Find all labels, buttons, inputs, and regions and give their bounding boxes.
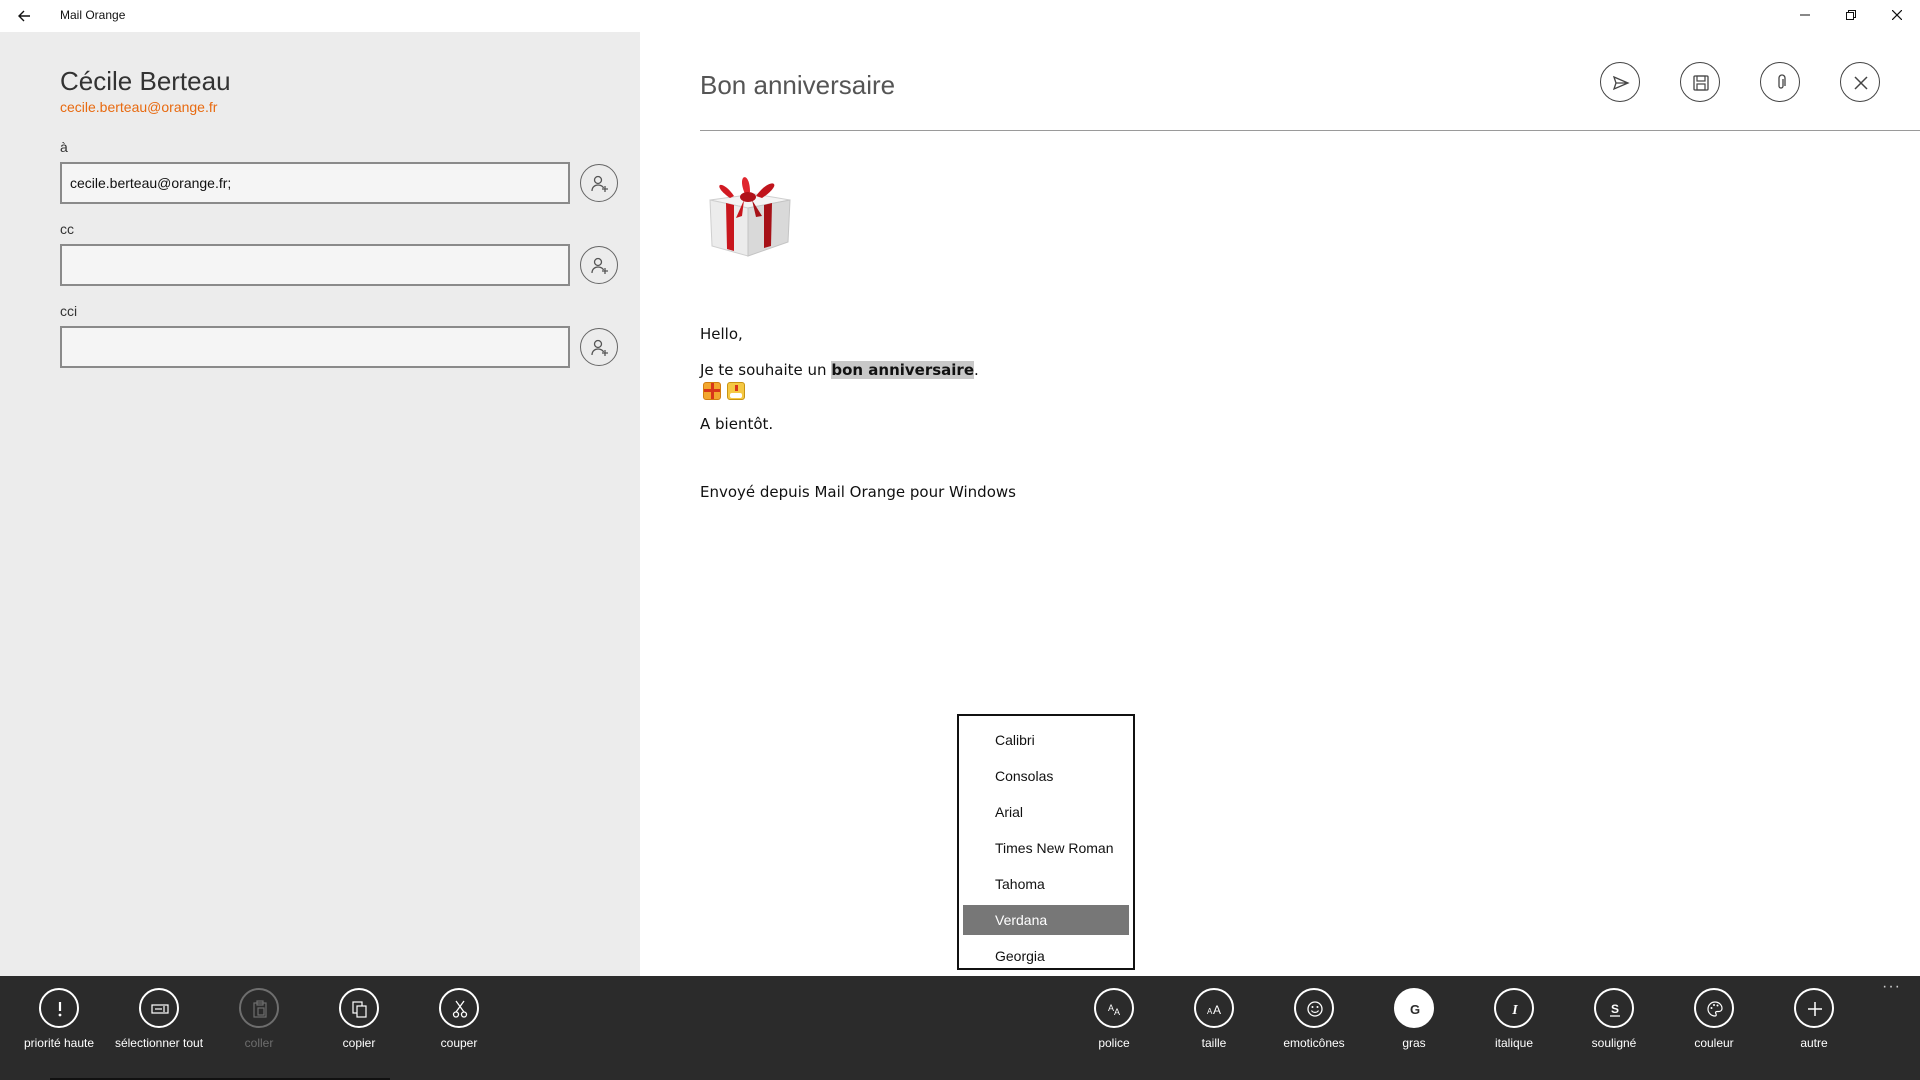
color-label: couleur <box>1694 1036 1734 1050</box>
font-option-consolas[interactable]: Consolas <box>963 758 1129 794</box>
copy-icon <box>352 1001 367 1018</box>
font-label: police <box>1098 1036 1130 1050</box>
font-button[interactable]: AA police <box>1066 988 1162 1051</box>
paste-label: coller <box>244 1036 274 1050</box>
to-label: à <box>60 139 68 155</box>
emoticons-label: emoticônes <box>1283 1036 1345 1050</box>
svg-text:G: G <box>1410 1002 1420 1017</box>
font-option-arial[interactable]: Arial <box>963 794 1129 830</box>
svg-text:A: A <box>1213 1003 1221 1017</box>
high-priority-label: priorité haute <box>23 1036 95 1050</box>
gift-image <box>709 177 791 257</box>
to-field[interactable]: cecile.berteau@orange.fr; <box>60 162 570 204</box>
paste-icon <box>253 1000 267 1018</box>
font-option-times-new-roman[interactable]: Times New Roman <box>963 830 1129 866</box>
minimize-button[interactable] <box>1782 0 1828 32</box>
svg-text:A: A <box>1114 1007 1120 1017</box>
app-title: Mail Orange <box>60 8 126 22</box>
attach-button[interactable] <box>1760 62 1800 102</box>
bcc-label: cci <box>60 303 78 319</box>
subject-field[interactable]: Bon anniversaire <box>700 70 895 101</box>
underline-icon: S <box>1610 1002 1620 1017</box>
select-all-label: sélectionner tout <box>114 1036 204 1050</box>
bold-label: gras <box>1402 1036 1426 1050</box>
wish-prefix: Je te souhaite un <box>700 361 832 379</box>
add-cc-contact-button[interactable] <box>580 246 618 284</box>
palette-icon <box>1707 1001 1723 1017</box>
add-contact-icon <box>591 257 608 274</box>
cc-field[interactable] <box>60 244 570 286</box>
copy-button[interactable]: copier <box>311 988 407 1051</box>
subject-divider <box>700 130 1920 131</box>
app-bar-ellipsis-icon[interactable]: ··· <box>1882 978 1901 996</box>
app-bar: priorité haute sélectionner tout coller … <box>0 976 1920 1080</box>
gift-emoticon-icon <box>703 381 721 400</box>
more-options-button[interactable]: autre <box>1766 988 1862 1051</box>
emoticon-line <box>703 381 751 400</box>
sender-name: Cécile Berteau <box>60 66 231 96</box>
more-label: autre <box>1800 1036 1828 1050</box>
mail-compose-window: Mail Orange Cécile Berteau cecile.bertea… <box>0 0 1920 1080</box>
select-all-icon <box>151 1004 169 1014</box>
cc-label: cc <box>60 221 74 237</box>
close-icon <box>1854 76 1868 90</box>
font-icon: AA <box>1108 1003 1120 1017</box>
close-window-button[interactable] <box>1874 0 1920 32</box>
high-priority-button[interactable]: priorité haute <box>11 988 107 1051</box>
font-size-label: taille <box>1201 1036 1227 1050</box>
italic-icon: I <box>1511 1003 1518 1018</box>
save-icon <box>1693 75 1709 91</box>
smiley-icon <box>1307 1001 1323 1017</box>
underline-button[interactable]: S souligné <box>1566 988 1662 1051</box>
bcc-field[interactable] <box>60 326 570 368</box>
italic-label: italique <box>1494 1036 1534 1050</box>
discard-button[interactable] <box>1840 62 1880 102</box>
svg-text:I: I <box>1511 1003 1518 1018</box>
attach-icon <box>1778 74 1786 89</box>
scissors-icon <box>452 1000 468 1018</box>
wish-suffix: . <box>974 361 979 379</box>
font-dropdown: Calibri Consolas Arial Times New Roman T… <box>957 714 1135 970</box>
underline-label: souligné <box>1591 1036 1637 1050</box>
wish-line: Je te souhaite un bon anniversaire. <box>700 361 979 379</box>
font-size-button[interactable]: AA taille <box>1166 988 1262 1051</box>
bold-button[interactable]: G gras <box>1366 988 1462 1051</box>
select-all-button[interactable]: sélectionner tout <box>111 988 207 1051</box>
copy-label: copier <box>342 1036 376 1050</box>
plus-icon <box>1808 1002 1822 1016</box>
selected-bold-text: bon anniversaire <box>831 361 975 379</box>
paste-button[interactable]: coller <box>211 988 307 1051</box>
send-button[interactable] <box>1600 62 1640 102</box>
italic-button[interactable]: I italique <box>1466 988 1562 1051</box>
bold-icon: G <box>1410 1002 1420 1017</box>
emoticons-button[interactable]: emoticônes <box>1266 988 1362 1051</box>
signature-line: Envoyé depuis Mail Orange pour Windows <box>700 483 1016 501</box>
save-draft-button[interactable] <box>1680 62 1720 102</box>
font-option-verdana[interactable]: Verdana <box>963 905 1129 935</box>
font-option-georgia[interactable]: Georgia <box>963 938 1129 974</box>
recipients-panel: Cécile Berteau cecile.berteau@orange.fr … <box>0 32 640 976</box>
cake-emoticon-icon <box>727 381 745 400</box>
exclamation-icon <box>58 1002 62 1017</box>
sender-email[interactable]: cecile.berteau@orange.fr <box>60 99 217 115</box>
greeting-line: Hello, <box>700 325 743 343</box>
add-contact-icon <box>591 339 608 356</box>
add-to-contact-button[interactable] <box>580 164 618 202</box>
goodbye-line: A bientôt. <box>700 415 774 433</box>
font-option-tahoma[interactable]: Tahoma <box>963 866 1129 902</box>
font-option-calibri[interactable]: Calibri <box>963 722 1129 758</box>
svg-text:S: S <box>1611 1002 1619 1016</box>
font-size-icon: AA <box>1207 1003 1221 1017</box>
title-bar: Mail Orange <box>0 0 1920 32</box>
cut-label: couper <box>440 1036 478 1050</box>
back-arrow-icon[interactable] <box>10 4 38 28</box>
cut-button[interactable]: couper <box>411 988 507 1051</box>
add-contact-icon <box>591 175 608 192</box>
send-icon <box>1612 75 1630 91</box>
add-bcc-contact-button[interactable] <box>580 328 618 366</box>
restore-button[interactable] <box>1828 0 1874 32</box>
color-button[interactable]: couleur <box>1666 988 1762 1051</box>
